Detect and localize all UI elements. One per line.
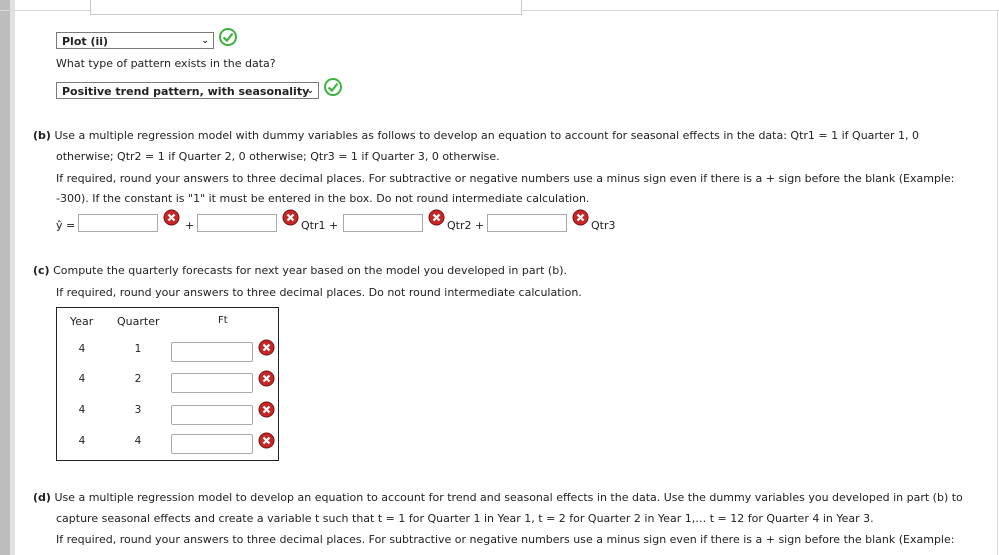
part-b-instr2: -300). If the constant is "1" it must be… — [56, 192, 590, 205]
qtr2-coef-input[interactable] — [487, 214, 567, 232]
left-gutter-inner — [10, 0, 15, 555]
year-cell: 4 — [78, 343, 86, 355]
part-c-line1: (c) Compute the quarterly forecasts for … — [33, 264, 567, 277]
ft-input[interactable] — [171, 342, 253, 362]
x-circle-icon — [163, 209, 180, 226]
part-b-text1: Use a multiple regression model with dum… — [54, 129, 920, 142]
ft-input[interactable] — [171, 373, 253, 393]
qtr1-coef-input[interactable] — [343, 214, 423, 232]
plot-select[interactable]: Plot (ii) ⌄ — [56, 32, 214, 49]
x-circle-icon — [258, 339, 275, 356]
part-b-line2: otherwise; Qtr2 = 1 if Quarter 2, 0 othe… — [56, 150, 500, 163]
chevron-down-icon: ⌄ — [306, 86, 314, 96]
plot-select-value: Plot (ii) — [62, 35, 109, 48]
x-circle-icon — [282, 209, 299, 226]
ft-input[interactable] — [171, 434, 253, 454]
previous-answer-box — [90, 0, 522, 15]
qtr1-label: Qtr1 + — [301, 219, 339, 232]
part-d-line2: capture seasonal effects and create a va… — [56, 512, 874, 525]
quarter-cell: 1 — [134, 343, 142, 355]
year-cell: 4 — [78, 404, 86, 416]
header-ft: Ft — [218, 315, 228, 326]
x-circle-icon — [258, 432, 275, 449]
year-cell: 4 — [78, 373, 86, 385]
year-cell: 4 — [78, 435, 86, 447]
check-circle-icon — [324, 78, 342, 96]
pattern-question: What type of pattern exists in the data? — [56, 57, 276, 70]
x-circle-icon — [428, 209, 445, 226]
plus-sign: + — [185, 219, 195, 232]
part-c-instr: If required, round your answers to three… — [56, 286, 582, 299]
chevron-down-icon: ⌄ — [201, 36, 209, 46]
part-c-label: (c) — [33, 264, 50, 277]
part-b-line1: (b) Use a multiple regression model with… — [33, 129, 919, 142]
forecast-table: Year Quarter Ft 4 1 4 2 4 3 4 4 — [56, 307, 279, 461]
header-year: Year — [70, 315, 94, 328]
part-d-instr1: If required, round your answers to three… — [56, 533, 955, 546]
quarter-cell: 3 — [134, 404, 142, 416]
quarter-cell: 4 — [134, 435, 142, 447]
header-quarter: Quarter — [117, 315, 160, 328]
constant-input[interactable] — [78, 214, 158, 232]
part-b-instr1: If required, round your answers to three… — [56, 172, 955, 185]
coef-input-1[interactable] — [197, 214, 277, 232]
part-d-line1: (d) Use a multiple regression model to d… — [33, 491, 963, 504]
part-d-label: (d) — [33, 491, 51, 504]
part-b-label: (b) — [33, 129, 51, 142]
check-circle-icon — [219, 28, 237, 46]
pattern-select[interactable]: Positive trend pattern, with seasonality… — [56, 82, 319, 99]
quarter-cell: 2 — [134, 373, 142, 385]
pattern-select-value: Positive trend pattern, with seasonality — [62, 85, 310, 98]
ft-input[interactable] — [171, 405, 253, 425]
part-d-text1: Use a multiple regression model to devel… — [54, 491, 963, 504]
qtr2-label: Qtr2 + — [447, 219, 485, 232]
x-circle-icon — [258, 401, 275, 418]
x-circle-icon — [572, 209, 589, 226]
left-scroll-gutter — [0, 0, 10, 555]
yhat-label: ŷ = — [56, 219, 76, 232]
qtr3-label: Qtr3 — [591, 219, 616, 232]
right-divider — [997, 10, 998, 555]
x-circle-icon — [258, 370, 275, 387]
part-c-text: Compute the quarterly forecasts for next… — [53, 264, 567, 277]
